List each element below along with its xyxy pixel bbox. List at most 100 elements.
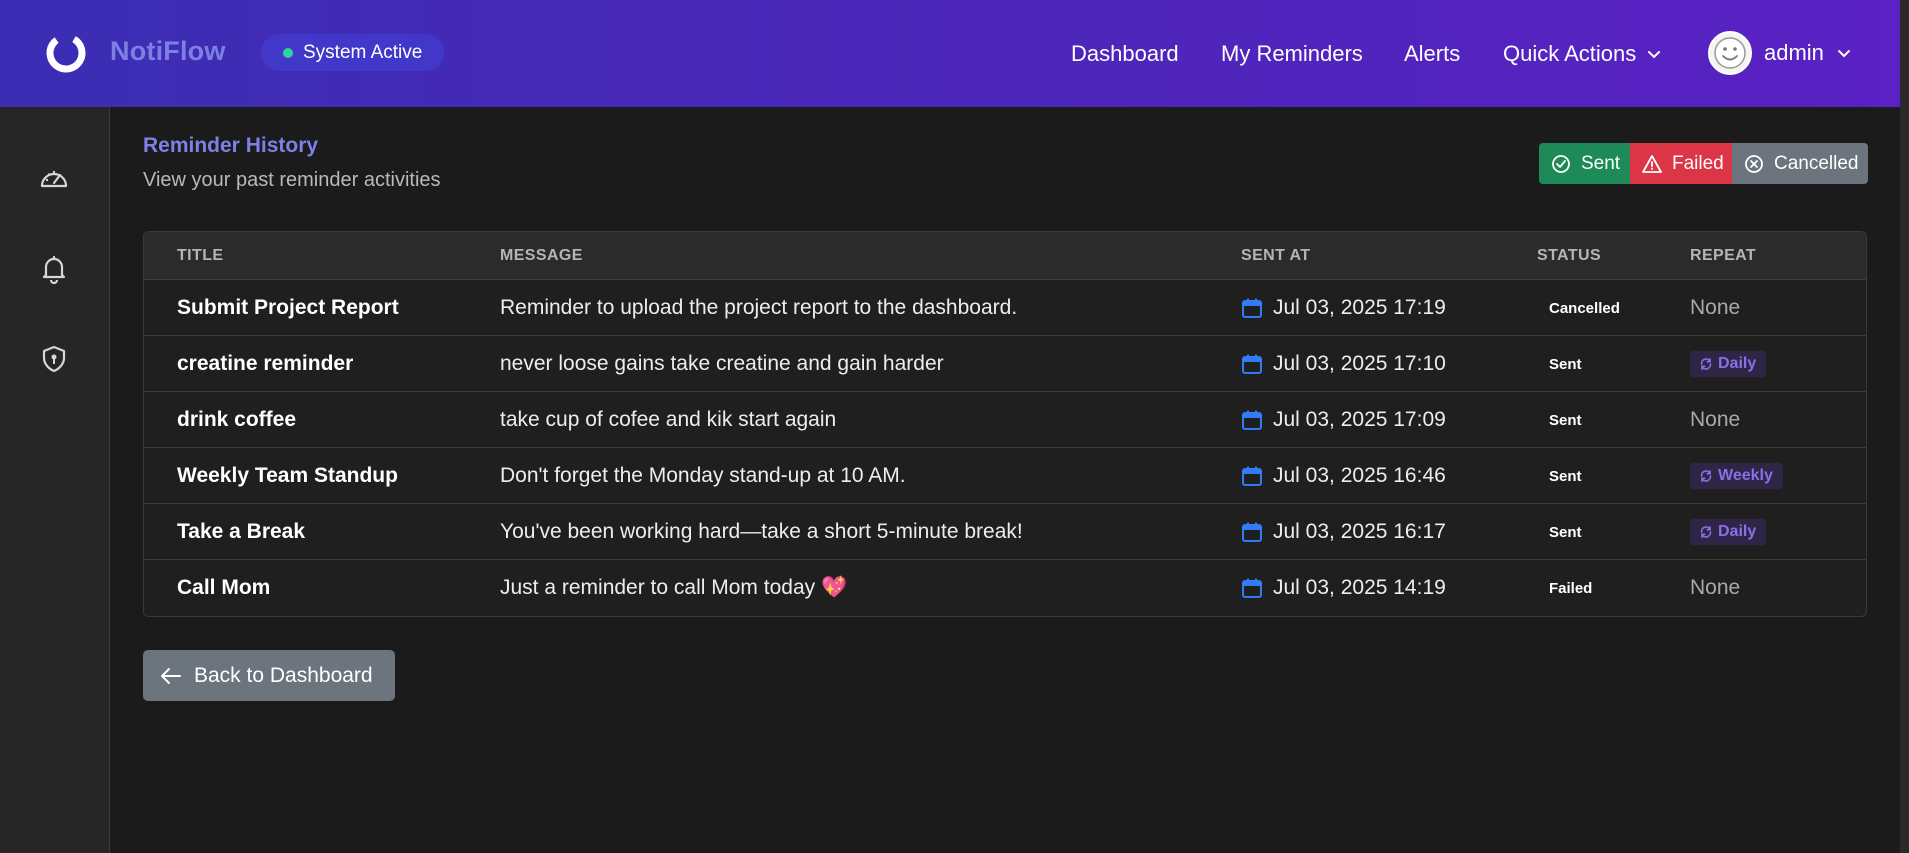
reminder-sent-at: Jul 03, 2025 16:17	[1241, 504, 1446, 560]
legend-cancelled-label: Cancelled	[1774, 152, 1859, 174]
status-cell: Sent	[1543, 336, 1588, 392]
status-badge: Sent	[1549, 467, 1582, 485]
legend-failed-label: Failed	[1672, 152, 1724, 174]
status-badge: Sent	[1549, 411, 1582, 429]
sent-at-value: Jul 03, 2025 17:09	[1273, 408, 1446, 431]
calendar-icon	[1242, 298, 1262, 318]
status-dot-icon	[283, 47, 293, 58]
calendar-icon	[1242, 522, 1262, 542]
sidebar-item-dashboard[interactable]	[38, 163, 70, 195]
refresh-icon	[1700, 470, 1712, 482]
chevron-down-icon	[1648, 50, 1661, 58]
system-status-badge: System Active	[261, 34, 444, 71]
status-cell: Sent	[1543, 504, 1588, 560]
repeat-cell: None	[1690, 280, 1740, 336]
reminder-message: Just a reminder to call Mom today 💖	[500, 576, 848, 599]
page-scrollbar[interactable]	[1900, 0, 1909, 853]
top-navbar: NotiFlow System Active Dashboard My Remi…	[0, 0, 1909, 107]
column-header-sent-at: SENT AT	[1241, 247, 1311, 264]
repeat-cell: Weekly	[1690, 448, 1783, 504]
brand-name[interactable]: NotiFlow	[110, 36, 226, 67]
shield-icon	[42, 345, 66, 373]
arrow-left-icon	[161, 667, 181, 684]
calendar-icon	[1242, 354, 1262, 374]
repeat-badge: Daily	[1690, 519, 1767, 545]
column-header-message: MESSAGE	[500, 247, 583, 264]
status-badge: Failed	[1549, 579, 1593, 597]
nav-link-my-reminders[interactable]: My Reminders	[1221, 41, 1363, 67]
sent-at-value: Jul 03, 2025 17:19	[1273, 296, 1446, 319]
reminder-message: You've been working hard—take a short 5-…	[500, 520, 1023, 543]
smiley-avatar-icon	[1714, 37, 1746, 69]
sidebar-item-security[interactable]	[38, 343, 70, 375]
reminder-sent-at: Jul 03, 2025 17:10	[1241, 336, 1446, 392]
column-header-status: STATUS	[1537, 247, 1602, 264]
repeat-badge: Weekly	[1690, 463, 1783, 489]
user-menu[interactable]: admin	[1708, 30, 1852, 76]
page-subtitle: View your past reminder activities	[143, 169, 441, 191]
repeat-cell: None	[1690, 392, 1740, 448]
chevron-down-icon	[1837, 50, 1850, 58]
status-legend: Sent Failed Cancelled	[1539, 143, 1868, 184]
sent-at-value: Jul 03, 2025 17:10	[1273, 352, 1446, 375]
reminder-message: take cup of cofee and kik start again	[500, 408, 837, 431]
reminder-title: Take a Break	[177, 520, 306, 543]
table-row[interactable]: Submit Project Report Reminder to upload…	[144, 280, 1866, 336]
repeat-value: Daily	[1718, 523, 1757, 540]
repeat-value: None	[1690, 408, 1741, 431]
status-cell: Sent	[1543, 392, 1588, 448]
repeat-value: Daily	[1718, 355, 1757, 372]
legend-sent-label: Sent	[1581, 152, 1621, 174]
sidebar-item-alerts[interactable]	[38, 253, 70, 285]
page-title: Reminder History	[143, 134, 319, 157]
reminder-message: Don't forget the Monday stand-up at 10 A…	[500, 464, 906, 487]
reminder-history-table: TITLE MESSAGE SENT AT STATUS REPEAT Subm…	[143, 231, 1867, 617]
reminder-title: creatine reminder	[177, 352, 354, 375]
user-name: admin	[1764, 40, 1824, 65]
back-button-label: Back to Dashboard	[194, 663, 373, 687]
check-circle-icon	[1552, 154, 1570, 173]
sidebar	[0, 107, 110, 853]
refresh-icon	[1700, 358, 1712, 370]
back-to-dashboard-button[interactable]: Back to Dashboard	[143, 650, 395, 701]
reminder-title: Call Mom	[177, 576, 271, 599]
reminder-sent-at: Jul 03, 2025 14:19	[1241, 560, 1446, 616]
nav-link-quick-actions[interactable]: Quick Actions	[1503, 41, 1662, 67]
brand-logo-icon[interactable]	[43, 30, 89, 76]
reminder-sent-at: Jul 03, 2025 17:19	[1241, 280, 1446, 336]
reminder-sent-at: Jul 03, 2025 17:09	[1241, 392, 1446, 448]
legend-sent: Sent	[1539, 143, 1630, 184]
bell-icon	[42, 255, 66, 284]
reminder-title: Weekly Team Standup	[177, 464, 398, 487]
table-header: TITLE MESSAGE SENT AT STATUS REPEAT	[144, 232, 1866, 280]
legend-cancelled: Cancelled	[1732, 143, 1868, 184]
status-badge: Cancelled	[1549, 299, 1620, 317]
status-badge: Sent	[1549, 355, 1582, 373]
status-cell: Cancelled	[1543, 280, 1626, 336]
table-row[interactable]: creatine reminder never loose gains take…	[144, 336, 1866, 392]
repeat-value: None	[1690, 576, 1741, 599]
avatar	[1708, 31, 1752, 75]
refresh-icon	[1700, 526, 1712, 538]
repeat-cell: Daily	[1690, 504, 1767, 560]
status-cell: Sent	[1543, 448, 1588, 504]
column-header-title: TITLE	[177, 247, 224, 264]
repeat-cell: None	[1690, 560, 1740, 616]
x-circle-icon	[1745, 154, 1763, 173]
system-status-text: System Active	[303, 41, 423, 63]
table-row[interactable]: drink coffee take cup of cofee and kik s…	[144, 392, 1866, 448]
repeat-badge: Daily	[1690, 351, 1767, 377]
reminder-title: drink coffee	[177, 408, 297, 431]
sent-at-value: Jul 03, 2025 14:19	[1273, 576, 1446, 599]
nav-link-dashboard[interactable]: Dashboard	[1071, 41, 1179, 67]
table-row[interactable]: Weekly Team Standup Don't forget the Mon…	[144, 448, 1866, 504]
repeat-value: None	[1690, 296, 1741, 319]
quick-actions-label: Quick Actions	[1503, 40, 1637, 66]
reminder-sent-at: Jul 03, 2025 16:46	[1241, 448, 1446, 504]
repeat-cell: Daily	[1690, 336, 1767, 392]
calendar-icon	[1242, 410, 1262, 430]
sent-at-value: Jul 03, 2025 16:17	[1273, 520, 1446, 543]
table-row[interactable]: Call Mom Just a reminder to call Mom tod…	[144, 560, 1866, 616]
nav-link-alerts[interactable]: Alerts	[1404, 41, 1460, 67]
table-row[interactable]: Take a Break You've been working hard—ta…	[144, 504, 1866, 560]
